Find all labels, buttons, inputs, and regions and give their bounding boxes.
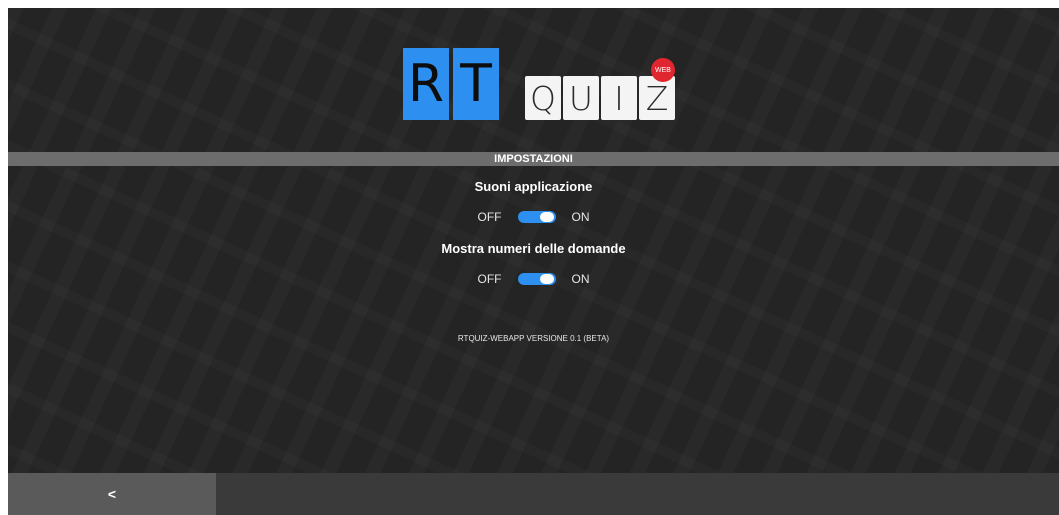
logo-tile-i: I: [601, 76, 637, 120]
web-badge: WEB: [651, 58, 675, 82]
footer-bar: <: [8, 473, 1059, 515]
setting-title-question-numbers: Mostra numeri delle domande: [441, 241, 626, 256]
question-numbers-on-label: ON: [571, 272, 590, 286]
logo-tile-t: T: [453, 48, 499, 120]
back-button[interactable]: <: [8, 473, 216, 515]
logo-tile-z: Z: [639, 76, 675, 120]
question-numbers-toggle-row: OFF ON: [8, 272, 1059, 286]
sounds-on-label: ON: [571, 210, 590, 224]
logo-tile-q: Q: [525, 76, 561, 120]
question-numbers-toggle-switch[interactable]: [517, 273, 556, 285]
question-numbers-off-label: OFF: [477, 272, 502, 286]
app-container: R T Q U I Z WEB IMPOSTAZIONI Suoni appli…: [8, 8, 1059, 515]
sounds-toggle-row: OFF ON: [8, 210, 1059, 224]
logo-tile-r: R: [403, 48, 449, 120]
sounds-off-label: OFF: [477, 210, 502, 224]
version-text: RTQUIZ-WEBAPP VERSIONE 0.1 (BETA): [457, 334, 610, 343]
section-title-bar: IMPOSTAZIONI: [8, 152, 1059, 166]
setting-title-sounds: Suoni applicazione: [474, 179, 593, 194]
sounds-toggle-switch[interactable]: [517, 211, 556, 223]
toggle-knob: [539, 274, 554, 284]
logo-tile-u: U: [563, 76, 599, 120]
toggle-knob: [539, 212, 554, 222]
